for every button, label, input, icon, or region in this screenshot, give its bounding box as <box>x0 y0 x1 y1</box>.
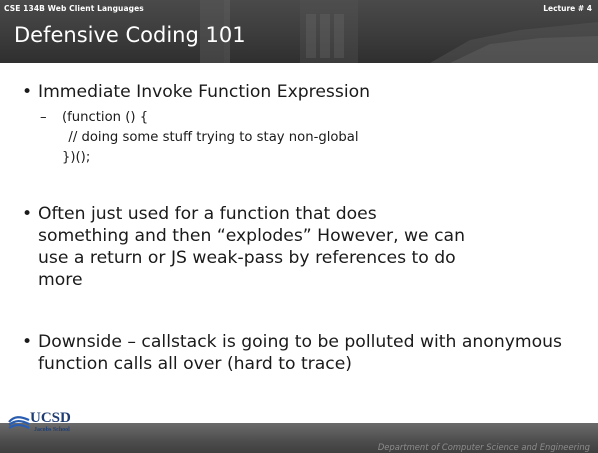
bullet-marker: • <box>22 332 33 352</box>
bullet-marker: • <box>22 82 33 102</box>
slide: CSE 134B Web Client Languages Lecture # … <box>0 0 598 453</box>
department-name: Department of Computer Science and Engin… <box>377 442 590 452</box>
ucsd-logo: UCSD Jacobs School <box>8 410 78 444</box>
bullet-text: Downside – callstack is going to be poll… <box>38 332 562 374</box>
lecture-number: Lecture # 4 <box>543 4 592 13</box>
ucsd-wave-icon <box>8 416 30 429</box>
logo-text: UCSD <box>30 410 71 426</box>
sub-dash: – <box>40 110 47 125</box>
bullet-text: Often just used for a function that does… <box>38 204 465 290</box>
header-band: CSE 134B Web Client Languages Lecture # … <box>0 0 598 63</box>
course-name: CSE 134B Web Client Languages <box>4 4 144 13</box>
logo-subtext: Jacobs School <box>34 427 70 433</box>
code-line-2: // doing some stuff trying to stay non-g… <box>60 130 359 145</box>
bullet-marker: • <box>22 204 33 224</box>
footer-band: Department of Computer Science and Engin… <box>0 423 598 453</box>
slide-content: • Immediate Invoke Function Expression –… <box>0 63 598 423</box>
code-line-3: })(); <box>62 150 91 165</box>
code-line-1: (function () { <box>62 110 149 125</box>
slide-title: Defensive Coding 101 <box>14 23 246 47</box>
bullet-text: Immediate Invoke Function Expression <box>38 82 371 102</box>
